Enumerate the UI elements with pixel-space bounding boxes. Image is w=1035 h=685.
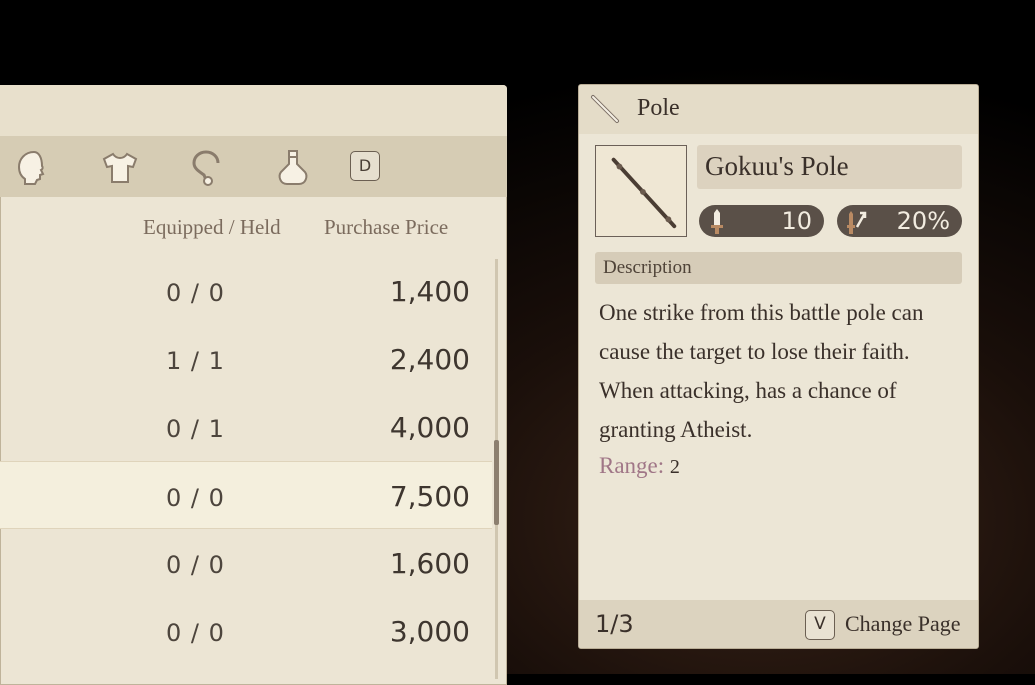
price: 2,400 xyxy=(389,343,470,376)
info-footer: 1/3 V Change Page xyxy=(579,600,978,648)
change-page-label[interactable]: Change Page xyxy=(845,611,960,637)
list-item[interactable]: 0 / 0 1,400 xyxy=(0,257,492,325)
stat-attack: 10 xyxy=(699,205,824,237)
item-category: Pole xyxy=(637,95,680,121)
list-item[interactable]: 0 / 1 4,000 xyxy=(0,393,492,461)
page-indicator: 1/3 xyxy=(595,610,634,638)
equipped-held: 0 / 0 xyxy=(166,484,225,512)
info-header: Pole xyxy=(579,85,978,134)
equipped-held: 1 / 1 xyxy=(166,347,225,375)
description-text: One strike from this battle pole can cau… xyxy=(599,300,924,442)
scrollbar-thumb[interactable] xyxy=(494,440,499,525)
range-label: Range: xyxy=(599,453,665,478)
list-item[interactable]: 0 / 0 1,600 xyxy=(0,529,492,597)
equipped-held: 0 / 0 xyxy=(166,551,225,579)
price: 1,600 xyxy=(389,547,470,580)
shop-header-band xyxy=(0,85,507,136)
description-header-label: Description xyxy=(603,257,692,278)
equipped-held: 0 / 1 xyxy=(166,415,225,443)
stat-evasion-value: 20% xyxy=(896,207,950,235)
list-item[interactable]: 1 / 1 2,400 xyxy=(0,325,492,393)
tab-key-hint[interactable]: D xyxy=(350,151,380,181)
list-item-selected[interactable]: 0 / 0 7,500 xyxy=(0,461,492,529)
col-header-price: Purchase Price xyxy=(324,215,449,239)
range-value: 2 xyxy=(669,456,680,478)
potion-icon[interactable] xyxy=(273,148,313,188)
price: 4,000 xyxy=(389,411,470,444)
shop-panel: D Equipped / Held Purchase Price 0 / 0 1… xyxy=(0,85,507,685)
item-name-box: Gokuu's Pole xyxy=(697,145,962,189)
evasion-icon xyxy=(843,207,867,235)
equipped-held: 0 / 0 xyxy=(166,279,225,307)
price: 3,000 xyxy=(389,615,470,648)
category-tabs: D xyxy=(0,136,507,197)
item-list: 0 / 0 1,400 1 / 1 2,400 0 / 1 4,000 0 / … xyxy=(0,257,492,665)
item-thumbnail xyxy=(595,145,687,237)
range-line: Range: 2 xyxy=(599,453,680,479)
accessory-icon[interactable] xyxy=(188,148,228,188)
head-icon[interactable] xyxy=(14,148,54,188)
stat-attack-value: 10 xyxy=(781,207,812,235)
body-armor-icon[interactable] xyxy=(100,148,140,188)
description-header: Description xyxy=(595,252,962,284)
attack-icon xyxy=(705,207,729,235)
item-name: Gokuu's Pole xyxy=(705,151,849,181)
item-info-panel: Pole Gokuu's Pole 10 20% Description One… xyxy=(578,84,979,649)
change-page-key[interactable]: V xyxy=(805,610,835,640)
stat-evasion: 20% xyxy=(837,205,962,237)
list-item[interactable]: 0 / 0 3,000 xyxy=(0,597,492,665)
equipped-held: 0 / 0 xyxy=(166,619,225,647)
col-header-equipped: Equipped / Held xyxy=(143,215,281,239)
price: 1,400 xyxy=(389,275,470,308)
pole-icon xyxy=(589,93,621,125)
price: 7,500 xyxy=(389,480,470,513)
